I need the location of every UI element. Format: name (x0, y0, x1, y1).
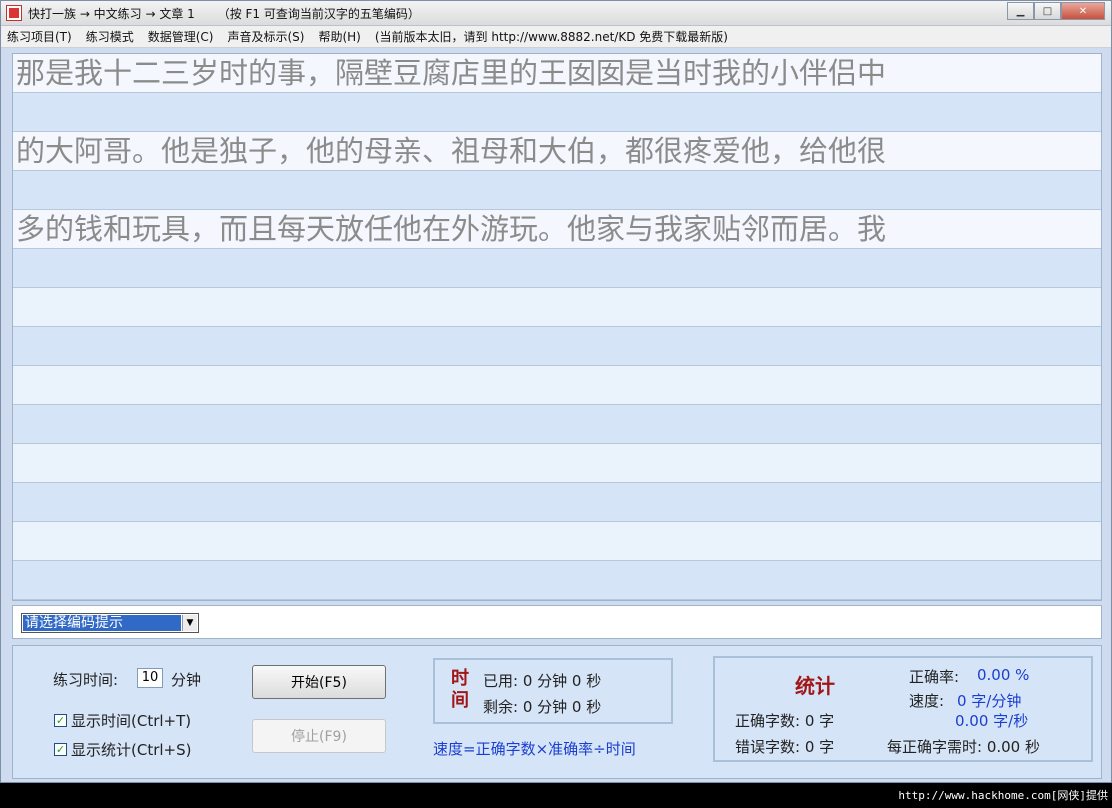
stop-button[interactable]: 停止(F9) (252, 719, 386, 753)
practice-time-label: 练习时间: (53, 671, 119, 689)
wrong-count: 错误字数: 0 字 (735, 738, 835, 756)
speed-value-per-second: 0.00 字/秒 (955, 712, 1029, 730)
menu-help[interactable]: 帮助(H) (318, 28, 360, 45)
stats-box: 统计 正确率: 0.00 % 速度: 0 字/分钟 0.00 字/秒 正确字数:… (713, 656, 1093, 762)
empty-text-line (13, 366, 1101, 405)
speed-formula: 速度=正确字数×准确率÷时间 (433, 740, 636, 758)
menu-data-management[interactable]: 数据管理(C) (148, 28, 214, 45)
menu-practice-mode[interactable]: 练习模式 (86, 28, 134, 45)
time-used: 已用: 0 分钟 0 秒 (483, 672, 602, 690)
practice-time-unit: 分钟 (171, 671, 202, 689)
show-stats-label: 显示统计(Ctrl+S) (71, 741, 192, 759)
chevron-down-icon[interactable]: ▼ (182, 615, 197, 631)
practice-text-line: 的大阿哥。他是独子，他的母亲、祖母和大伯，都很疼爱他，给他很 (13, 132, 1101, 171)
typing-input-line[interactable] (13, 93, 1101, 132)
time-per-correct-char: 每正确字需时: 0.00 秒 (887, 738, 1040, 756)
time-title: 时间 (451, 668, 469, 711)
code-hint-bar: 请选择编码提示 ▼ (12, 605, 1102, 639)
typing-input-line[interactable] (13, 249, 1101, 288)
accuracy-value: 0.00 % (977, 666, 1030, 684)
empty-input-line (13, 405, 1101, 444)
window-controls: ▁ □ ✕ (1007, 2, 1105, 20)
practice-time-input[interactable]: 10 (137, 668, 163, 688)
empty-text-line (13, 444, 1101, 483)
update-notice[interactable]: (当前版本太旧，请到 http://www.8882.net/KD 免费下载最新… (375, 28, 728, 45)
time-remaining: 剩余: 0 分钟 0 秒 (483, 698, 602, 716)
practice-text-line: 那是我十二三岁时的事，隔壁豆腐店里的王囡囡是当时我的小伴侣中 (13, 54, 1101, 93)
correct-count: 正确字数: 0 字 (735, 712, 835, 730)
menu-practice-items[interactable]: 练习项目(T) (7, 28, 72, 45)
show-time-checkbox[interactable]: ✓ (54, 714, 67, 727)
close-button[interactable]: ✕ (1061, 2, 1105, 20)
code-hint-select[interactable]: 请选择编码提示 ▼ (21, 613, 199, 633)
stats-title: 统计 (795, 674, 835, 698)
app-window: 快打一族 → 中文练习 → 文章 1 （按 F1 可查询当前汉字的五笔编码） ▁… (0, 0, 1112, 783)
practice-text-line: 多的钱和玩具，而且每天放任他在外游玩。他家与我家贴邻而居。我 (13, 210, 1101, 249)
maximize-button[interactable]: □ (1034, 2, 1061, 20)
watermark: http://www.hackhome.com[网侠]提供 (898, 789, 1108, 802)
speed-value-per-minute: 0 字/分钟 (957, 692, 1022, 710)
time-box: 时间 已用: 0 分钟 0 秒 剩余: 0 分钟 0 秒 (433, 658, 673, 724)
empty-input-line (13, 561, 1101, 600)
window-title: 快打一族 → 中文练习 → 文章 1 （按 F1 可查询当前汉字的五笔编码） (28, 7, 420, 21)
speed-label: 速度: (909, 692, 945, 710)
menu-bar: 练习项目(T) 练习模式 数据管理(C) 声音及标示(S) 帮助(H) (当前版… (1, 26, 1111, 48)
show-stats-checkbox[interactable]: ✓ (54, 743, 67, 756)
typing-input-line[interactable] (13, 171, 1101, 210)
control-panel: 练习时间: 10 分钟 ✓ 显示时间(Ctrl+T) ✓ 显示统计(Ctrl+S… (12, 645, 1102, 779)
practice-area[interactable]: 那是我十二三岁时的事，隔壁豆腐店里的王囡囡是当时我的小伴侣中 的大阿哥。他是独子… (12, 53, 1102, 601)
empty-input-line (13, 483, 1101, 522)
menu-sound[interactable]: 声音及标示(S) (227, 28, 304, 45)
show-time-label: 显示时间(Ctrl+T) (71, 712, 192, 730)
minimize-button[interactable]: ▁ (1007, 2, 1034, 20)
app-icon (6, 5, 22, 21)
empty-text-line (13, 522, 1101, 561)
title-bar: 快打一族 → 中文练习 → 文章 1 （按 F1 可查询当前汉字的五笔编码） ▁… (1, 1, 1111, 26)
start-button[interactable]: 开始(F5) (252, 665, 386, 699)
accuracy-label: 正确率: (909, 668, 960, 686)
empty-input-line (13, 327, 1101, 366)
code-hint-selected-value: 请选择编码提示 (23, 615, 181, 631)
empty-text-line (13, 288, 1101, 327)
